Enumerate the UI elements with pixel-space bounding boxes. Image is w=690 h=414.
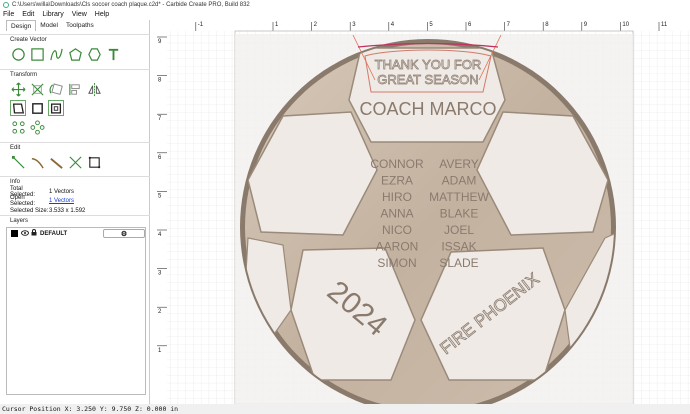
text-tool-icon[interactable] <box>105 46 121 62</box>
mirror-icon[interactable] <box>86 81 102 97</box>
banner-line2: GREAT SEASON <box>377 72 478 87</box>
layer-name: DEFAULT <box>40 230 68 237</box>
info-title: Info <box>10 179 21 185</box>
cursor-position: Cursor Position X: 3.250 Y: 9.750 Z: 0.0… <box>2 405 179 413</box>
open-selected-row: Open Selected: 1 Vectors <box>0 195 150 208</box>
offset-icon[interactable] <box>10 100 26 116</box>
align-icon[interactable] <box>67 81 83 97</box>
layers-list: DEFAULT ⚙ <box>6 227 146 395</box>
app-icon <box>3 1 9 8</box>
tab-model[interactable]: Model <box>36 20 62 31</box>
menu-file[interactable]: File <box>3 11 14 18</box>
layer-row-default[interactable]: DEFAULT ⚙ <box>7 228 145 239</box>
pattern-icon[interactable] <box>29 119 45 135</box>
open-selected-label: Open Selected: <box>10 195 36 208</box>
player-name-right: ISSAK <box>441 240 476 254</box>
player-name-left: SIMON <box>377 256 416 270</box>
player-name-right: MATTHEW <box>429 190 489 204</box>
transform-section: Transform <box>0 69 150 135</box>
gear-icon: ⚙ <box>120 230 128 238</box>
create-vector-title: Create Vector <box>10 37 47 43</box>
menu-edit[interactable]: Edit <box>22 11 34 18</box>
create-vector-section: Create Vector <box>0 34 150 62</box>
lock-icon[interactable] <box>31 229 37 238</box>
ruler-x-label: 11 <box>661 22 668 28</box>
player-name-left: AARON <box>376 240 419 254</box>
left-panel: Design Model Toolpaths Create Vector Tra… <box>0 20 150 404</box>
horizontal-ruler <box>153 20 690 31</box>
rectangle-tool-icon[interactable] <box>29 46 45 62</box>
window-title: C:\Users\willa\Downloads\Cls soccer coac… <box>12 1 250 8</box>
eye-icon[interactable] <box>21 229 29 238</box>
banner-line1: THANK YOU FOR <box>375 57 482 72</box>
boundary-icon[interactable] <box>86 154 102 170</box>
menu-help[interactable]: Help <box>95 11 109 18</box>
selected-size-value: 3.533 x 1.592 <box>49 207 86 214</box>
coach-name: COACH MARCO <box>359 99 496 119</box>
player-name-left: HIRO <box>382 190 412 204</box>
edit-section: Edit <box>0 142 150 170</box>
polygon-tool-icon[interactable] <box>67 46 83 62</box>
ungroup-icon[interactable] <box>48 100 64 116</box>
status-bar: Cursor Position X: 3.250 Y: 9.750 Z: 0.0… <box>0 404 690 414</box>
curve-tool-icon[interactable] <box>48 46 64 62</box>
tab-design[interactable]: Design <box>6 20 37 31</box>
design-canvas[interactable]: -1 1 2 3 4 5 6 7 8 9 10 11 987654321 THA… <box>153 20 690 414</box>
scale-icon[interactable] <box>29 81 45 97</box>
hexagon-tool-icon[interactable] <box>86 46 102 62</box>
tab-toolpaths[interactable]: Toolpaths <box>62 20 98 31</box>
transform-title: Transform <box>10 72 38 78</box>
panel-tabs: Design Model Toolpaths <box>0 20 149 31</box>
ruler-x-label: -1 <box>198 22 204 28</box>
layer-color-swatch[interactable] <box>11 230 18 237</box>
layers-section: Layers <box>0 215 150 224</box>
info-section: Info Total Selected: 1 Vectors Open Sele… <box>0 176 150 216</box>
rotate-icon[interactable] <box>48 81 64 97</box>
player-name-left: NICO <box>382 223 412 237</box>
move-icon[interactable] <box>10 81 26 97</box>
menu-bar: File Edit Library View Help <box>0 9 690 20</box>
player-name-left: CONNOR <box>370 157 424 171</box>
trim-icon[interactable] <box>67 154 83 170</box>
player-name-right: ADAM <box>442 174 477 188</box>
node-edit-icon[interactable] <box>10 119 26 135</box>
knife-icon[interactable] <box>48 154 64 170</box>
player-name-right: BLAKE <box>440 207 479 221</box>
menu-view[interactable]: View <box>72 11 87 18</box>
player-name-right: AVERY <box>439 157 479 171</box>
player-name-right: SLADE <box>439 256 478 270</box>
menu-library[interactable]: Library <box>42 11 63 18</box>
circle-tool-icon[interactable] <box>10 46 26 62</box>
player-name-right: JOEL <box>444 223 474 237</box>
title-bar: C:\Users\willa\Downloads\Cls soccer coac… <box>0 0 690 9</box>
layer-settings-button[interactable]: ⚙ <box>103 229 145 238</box>
layers-title: Layers <box>10 218 29 224</box>
canvas-svg[interactable]: -1 1 2 3 4 5 6 7 8 9 10 11 987654321 THA… <box>153 20 690 414</box>
selected-size-label: Selected Size: <box>10 207 49 214</box>
select-node-icon[interactable] <box>10 154 26 170</box>
ruler-x-label: 10 <box>622 22 629 28</box>
open-selected-link[interactable]: 1 Vectors <box>49 198 74 204</box>
player-name-left: EZRA <box>381 174 413 188</box>
total-selected-value: 1 Vectors <box>49 188 75 195</box>
fillet-icon[interactable] <box>29 154 45 170</box>
group-icon[interactable] <box>29 100 45 116</box>
player-name-left: ANNA <box>380 207 413 221</box>
edit-title: Edit <box>10 145 21 151</box>
